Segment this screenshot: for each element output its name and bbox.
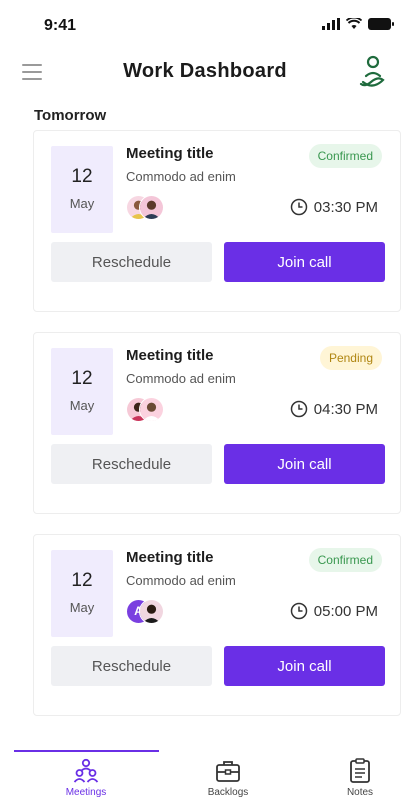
avatar-group — [126, 397, 180, 423]
meeting-subtitle: Commodo ad enim — [126, 371, 236, 386]
time-text: 05:00 PM — [313, 602, 378, 620]
status-bar: 9:41 — [0, 0, 410, 52]
avatar — [139, 599, 164, 624]
meeting-time: 04:30 PM — [290, 400, 378, 418]
meeting-card: 12 May Meeting title Commodo ad enim Con… — [33, 130, 401, 312]
clock-icon — [290, 400, 308, 418]
date-month: May — [69, 600, 95, 615]
wifi-icon — [346, 18, 362, 29]
date-day: 12 — [71, 368, 93, 389]
status-time: 9:41 — [44, 17, 77, 34]
meeting-title: Meeting title — [126, 145, 214, 162]
tab-label: Notes — [346, 787, 374, 798]
join-call-button[interactable]: Join call — [224, 646, 385, 686]
avatar-group — [126, 195, 180, 221]
avatar — [139, 195, 164, 220]
page-title: Work Dashboard — [123, 60, 287, 82]
meeting-time: 03:30 PM — [290, 198, 378, 216]
date-day: 12 — [71, 166, 93, 187]
meeting-card: 12 May Meeting title Commodo ad enim Con… — [33, 534, 401, 716]
tab-backlogs[interactable]: Backlogs — [168, 758, 288, 798]
tab-label: Backlogs — [207, 787, 249, 798]
meditation-logo-icon[interactable] — [356, 54, 390, 94]
date-day: 12 — [71, 570, 93, 591]
join-call-button[interactable]: Join call — [224, 444, 385, 484]
meeting-subtitle: Commodo ad enim — [126, 169, 236, 184]
signal-icon — [322, 18, 340, 30]
meeting-title: Meeting title — [126, 549, 214, 566]
reschedule-button[interactable]: Reschedule — [51, 242, 212, 282]
active-tab-indicator — [14, 750, 159, 752]
status-badge: Pending — [319, 346, 382, 370]
clock-icon — [290, 602, 308, 620]
reschedule-button[interactable]: Reschedule — [51, 646, 212, 686]
meeting-subtitle: Commodo ad enim — [126, 573, 236, 588]
briefcase-icon — [216, 761, 240, 782]
avatar-group: A — [126, 599, 180, 625]
app-header: Work Dashboard — [0, 52, 410, 102]
section-title: Tomorrow — [34, 107, 107, 124]
battery-icon — [368, 18, 394, 30]
time-text: 03:30 PM — [313, 198, 378, 216]
meeting-title: Meeting title — [126, 347, 214, 364]
date-month: May — [69, 398, 95, 413]
status-badge: Confirmed — [308, 548, 382, 572]
tab-meetings[interactable]: Meetings — [26, 758, 146, 798]
people-icon — [73, 758, 99, 783]
tab-notes[interactable]: Notes — [300, 758, 410, 798]
date-month: May — [69, 196, 95, 211]
meeting-card: 12 May Meeting title Commodo ad enim Pen… — [33, 332, 401, 514]
clipboard-icon — [350, 758, 370, 783]
status-badge: Confirmed — [308, 144, 382, 168]
date-box: 12 May — [51, 348, 113, 435]
clock-icon — [290, 198, 308, 216]
bottom-tab-bar: Meetings Backlogs Notes — [0, 740, 410, 806]
meeting-time: 05:00 PM — [290, 602, 378, 620]
avatar — [139, 397, 164, 422]
reschedule-button[interactable]: Reschedule — [51, 444, 212, 484]
tab-label: Meetings — [65, 787, 107, 798]
join-call-button[interactable]: Join call — [224, 242, 385, 282]
date-box: 12 May — [51, 550, 113, 637]
date-box: 12 May — [51, 146, 113, 233]
time-text: 04:30 PM — [313, 400, 378, 418]
status-icons — [322, 18, 394, 30]
